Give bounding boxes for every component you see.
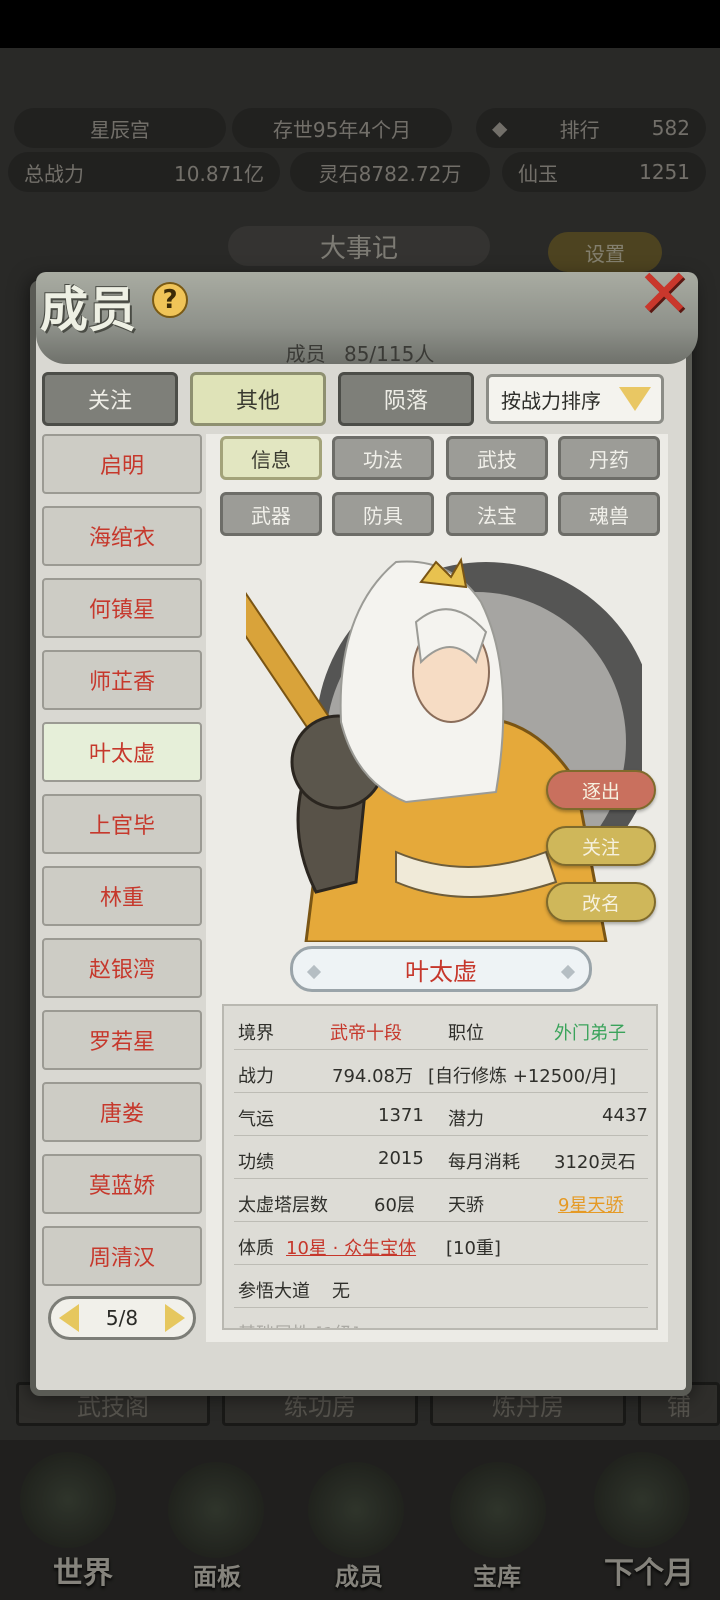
talent-label: 天骄 xyxy=(448,1195,484,1216)
power-value: 794.08万 xyxy=(332,1066,413,1087)
luck-label: 气运 xyxy=(238,1109,274,1130)
member-name: 叶太虚 xyxy=(405,957,477,986)
list-item[interactable]: 上官毕 xyxy=(42,794,202,854)
tab-fallen[interactable]: 陨落 xyxy=(338,372,474,426)
stat-row-realm: 境界 武帝十段 职位 外门弟子 xyxy=(234,1008,648,1050)
merit-value: 2015 xyxy=(378,1148,424,1169)
subtab-info[interactable]: 信息 xyxy=(220,436,322,480)
sort-dropdown[interactable]: 按战力排序 xyxy=(486,374,664,424)
page-indicator: 5/8 xyxy=(105,1306,139,1330)
tab-others[interactable]: 其他 xyxy=(190,372,326,426)
help-icon[interactable]: ? xyxy=(152,282,188,318)
list-item[interactable]: 赵银湾 xyxy=(42,938,202,998)
prev-page-icon[interactable] xyxy=(59,1304,79,1332)
stat-row-power: 战力 794.08万 [自行修炼 +12500/月] xyxy=(234,1051,648,1093)
list-item[interactable]: 林重 xyxy=(42,866,202,926)
status-bar xyxy=(0,0,720,48)
chevron-down-icon xyxy=(619,387,651,411)
member-list[interactable]: 启明 海绾衣 何镇星 师芷香 叶太虚 上官毕 林重 赵银湾 罗若星 唐娄 莫蓝娇… xyxy=(42,434,204,1294)
diamond-icon xyxy=(560,964,576,980)
potential-value: 4437 xyxy=(602,1105,648,1126)
expel-button[interactable]: 逐出 xyxy=(546,770,656,810)
dialog-title: 成员 xyxy=(40,282,137,338)
rename-button[interactable]: 改名 xyxy=(546,882,656,922)
stat-row-tower: 太虚塔层数 60层 天骄 9星天骄 xyxy=(234,1180,648,1222)
stat-row-partial: 基础属性 [1级] xyxy=(234,1309,648,1328)
list-item[interactable]: 海绾衣 xyxy=(42,506,202,566)
list-item[interactable]: 莫蓝娇 xyxy=(42,1154,202,1214)
subtab-techniques[interactable]: 功法 xyxy=(332,436,434,480)
dao-label: 参悟大道 xyxy=(238,1281,310,1302)
follow-button[interactable]: 关注 xyxy=(546,826,656,866)
list-item[interactable]: 罗若星 xyxy=(42,1010,202,1070)
subtab-martial-skills[interactable]: 武技 xyxy=(446,436,548,480)
position-value: 外门弟子 xyxy=(554,1023,626,1044)
partial-row-text: 基础属性 [1级] xyxy=(238,1320,359,1328)
merit-label: 功绩 xyxy=(238,1152,274,1173)
stat-row-dao: 参悟大道 无 xyxy=(234,1266,648,1308)
monthly-cost-label: 每月消耗 xyxy=(448,1152,520,1173)
list-item[interactable]: 何镇星 xyxy=(42,578,202,638)
subtab-weapons[interactable]: 武器 xyxy=(220,492,322,536)
member-name-plate: 叶太虚 xyxy=(290,946,592,992)
dao-value: 无 xyxy=(332,1281,350,1302)
member-stats: 境界 武帝十段 职位 外门弟子 战力 794.08万 [自行修炼 +12500/… xyxy=(222,1004,658,1330)
position-label: 职位 xyxy=(448,1023,484,1044)
realm-label: 境界 xyxy=(238,1023,274,1044)
close-icon[interactable]: ✕ xyxy=(632,261,696,327)
realm-value: 武帝十段 xyxy=(330,1023,402,1044)
physique-value[interactable]: 10星 · 众生宝体 xyxy=(286,1234,416,1260)
luck-value: 1371 xyxy=(378,1105,424,1126)
list-item[interactable]: 师芷香 xyxy=(42,650,202,710)
monthly-cost-value: 3120灵石 xyxy=(554,1152,636,1173)
subtab-artifacts[interactable]: 法宝 xyxy=(446,492,548,536)
subtab-pills[interactable]: 丹药 xyxy=(558,436,660,480)
potential-label: 潜力 xyxy=(448,1109,484,1130)
tower-label: 太虚塔层数 xyxy=(238,1195,328,1216)
subtab-soul-beasts[interactable]: 魂兽 xyxy=(558,492,660,536)
tab-follow[interactable]: 关注 xyxy=(42,372,178,426)
stat-row-merit: 功绩 2015 每月消耗 3120灵石 xyxy=(234,1137,648,1179)
subtab-armor[interactable]: 防具 xyxy=(332,492,434,536)
pager: 5/8 xyxy=(48,1296,196,1340)
physique-label: 体质 xyxy=(238,1238,274,1259)
sort-label: 按战力排序 xyxy=(501,388,601,413)
diamond-icon xyxy=(306,964,322,980)
member-count-value: 85/115人 xyxy=(343,342,435,366)
power-label: 战力 xyxy=(238,1066,274,1087)
stat-row-luck: 气运 1371 潜力 4437 xyxy=(234,1094,648,1136)
physique-level: [10重] xyxy=(446,1238,501,1259)
member-count-label: 成员 xyxy=(285,342,326,366)
list-item[interactable]: 启明 xyxy=(42,434,202,494)
list-item-selected[interactable]: 叶太虚 xyxy=(42,722,202,782)
next-page-icon[interactable] xyxy=(165,1304,185,1332)
list-item[interactable]: 周清汉 xyxy=(42,1226,202,1286)
stat-row-physique: 体质 10星 · 众生宝体 [10重] xyxy=(234,1223,648,1265)
member-count: 成员 85/115人 xyxy=(0,338,720,367)
list-item[interactable]: 唐娄 xyxy=(42,1082,202,1142)
talent-value: 9星天骄 xyxy=(558,1195,624,1216)
training-value: [自行修炼 +12500/月] xyxy=(428,1066,617,1087)
tower-value: 60层 xyxy=(374,1195,415,1216)
